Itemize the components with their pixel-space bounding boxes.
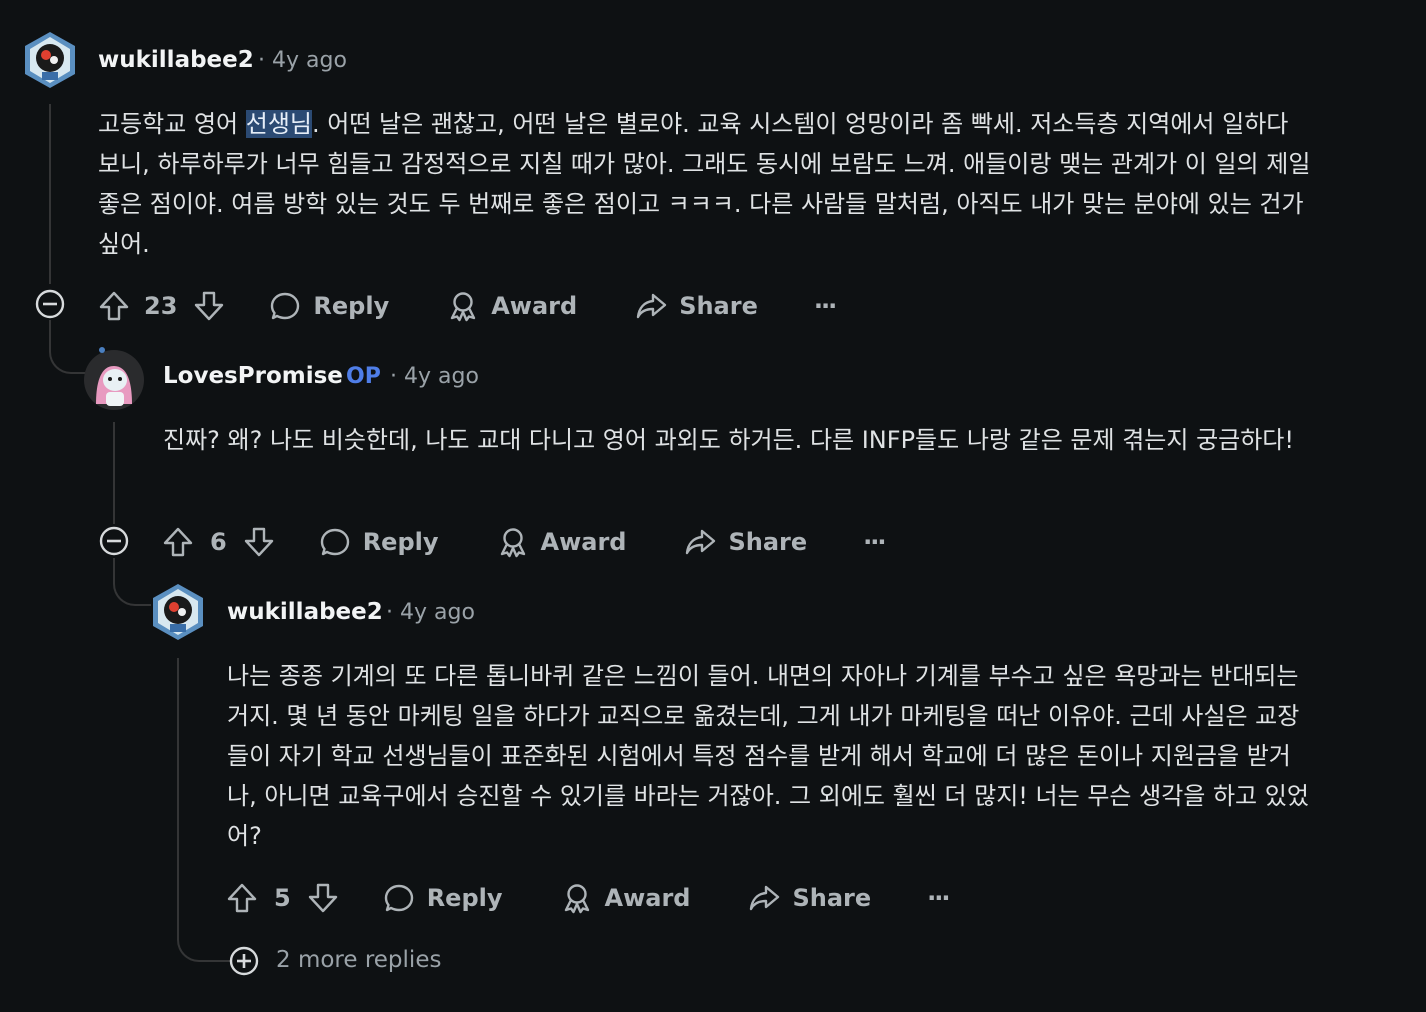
downvote-icon <box>244 527 273 557</box>
downvote-button[interactable] <box>193 290 225 322</box>
comment-body-text: 고등학교 영어 <box>98 110 246 138</box>
op-badge: OP <box>346 364 381 389</box>
thread-branch <box>113 558 151 606</box>
downvote-icon <box>195 291 224 321</box>
downvote-button[interactable] <box>307 882 339 914</box>
award-label: Award <box>540 528 627 556</box>
timestamp[interactable]: · 4y ago <box>386 600 475 625</box>
reply-button[interactable]: Reply <box>383 882 503 914</box>
upvote-icon <box>163 527 193 557</box>
username[interactable]: LovesPromise <box>163 363 343 389</box>
comment-actions: 23 Reply Award Share ··· <box>98 286 837 326</box>
share-label: Share <box>679 292 758 320</box>
vote-count: 23 <box>144 292 177 320</box>
thread-line[interactable] <box>113 422 115 524</box>
more-options-button[interactable]: ··· <box>863 528 886 556</box>
share-label: Share <box>728 528 808 556</box>
username[interactable]: wukillabee2 <box>227 599 383 625</box>
reply-label: Reply <box>313 292 390 320</box>
upvote-button[interactable] <box>226 882 258 914</box>
comment-body-text: 진짜? 왜? 나도 비슷한데, 나도 교대 다니고 영어 과외도 하거든. 다른… <box>163 426 1295 454</box>
comment-actions: 6 Reply Award Share ··· <box>162 522 887 562</box>
more-options-icon: ··· <box>863 528 886 556</box>
downvote-icon <box>308 883 337 913</box>
vote-count-text: 5 <box>274 884 291 912</box>
thread-line[interactable] <box>49 104 51 284</box>
share-label: Share <box>792 884 872 912</box>
comment-body-text: 나는 종종 기계의 또 다른 톱니바퀴 같은 느낌이 들어. 내면의 자아나 기… <box>227 662 1309 850</box>
upvote-button[interactable] <box>98 290 130 322</box>
upvote-icon <box>99 291 129 321</box>
avatar[interactable] <box>20 30 80 90</box>
reply-label: Reply <box>362 528 439 556</box>
share-icon <box>636 293 667 319</box>
share-button[interactable]: Share <box>748 882 871 914</box>
share-icon <box>750 885 780 911</box>
downvote-button[interactable] <box>243 526 275 558</box>
reply-label: Reply <box>426 884 503 912</box>
timestamp[interactable]: · 4y ago <box>258 48 347 73</box>
reply-bubble-icon <box>320 528 349 556</box>
comment-body: 진짜? 왜? 나도 비슷한데, 나도 교대 다니고 영어 과외도 하거든. 다른… <box>163 420 1313 460</box>
reply-bubble-icon <box>271 292 300 320</box>
award-button[interactable]: Award <box>561 882 691 914</box>
vote-count: 6 <box>210 528 227 556</box>
username[interactable]: wukillabee2 <box>98 47 254 73</box>
more-options-button[interactable]: ··· <box>813 292 837 320</box>
thread-branch <box>177 918 231 962</box>
meta-dot: · <box>386 600 400 625</box>
award-icon <box>500 528 525 558</box>
more-options-icon: ··· <box>813 292 837 320</box>
upvote-icon <box>227 883 257 913</box>
more-options-button[interactable]: ··· <box>927 884 950 912</box>
expand-icon[interactable] <box>229 946 259 980</box>
share-button[interactable]: Share <box>635 290 758 322</box>
timestamp[interactable]: · 4y ago <box>390 364 479 389</box>
award-label: Award <box>604 884 691 912</box>
more-replies-link[interactable]: 2 more replies <box>276 947 441 973</box>
share-button[interactable]: Share <box>684 526 807 558</box>
thread-line[interactable] <box>177 658 179 918</box>
reply-button[interactable]: Reply <box>269 290 389 322</box>
meta-dot: · <box>258 48 272 73</box>
comment-age: 4y ago <box>272 48 347 73</box>
award-button[interactable]: Award <box>447 290 577 322</box>
award-icon <box>451 292 476 322</box>
thread-branch <box>49 320 85 374</box>
award-button[interactable]: Award <box>497 526 627 558</box>
award-icon <box>564 884 589 914</box>
comment-age: 4y ago <box>404 364 479 389</box>
vote-count-text: 23 <box>144 292 178 320</box>
reply-bubble-icon <box>384 884 413 912</box>
vote-count-text: 6 <box>210 528 227 556</box>
avatar[interactable] <box>82 344 146 410</box>
reply-button[interactable]: Reply <box>319 526 439 558</box>
more-options-icon: ··· <box>927 884 950 912</box>
avatar[interactable] <box>148 582 208 642</box>
award-label: Award <box>491 292 578 320</box>
collapse-icon[interactable] <box>35 289 65 323</box>
meta-dot: · <box>390 364 404 389</box>
comment-age: 4y ago <box>400 600 475 625</box>
upvote-button[interactable] <box>162 526 194 558</box>
highlighted-text: 선생님 <box>245 110 312 138</box>
comment-actions: 5 Reply Award Share ··· <box>226 878 951 918</box>
vote-count: 5 <box>274 884 291 912</box>
comment-body: 고등학교 영어 선생님. 어떤 날은 괜찮고, 어떤 날은 별로야. 교육 시스… <box>98 104 1313 264</box>
collapse-icon[interactable] <box>99 526 129 560</box>
comment-body: 나는 종종 기계의 또 다른 톱니바퀴 같은 느낌이 들어. 내면의 자아나 기… <box>227 656 1313 856</box>
share-icon <box>686 529 716 555</box>
